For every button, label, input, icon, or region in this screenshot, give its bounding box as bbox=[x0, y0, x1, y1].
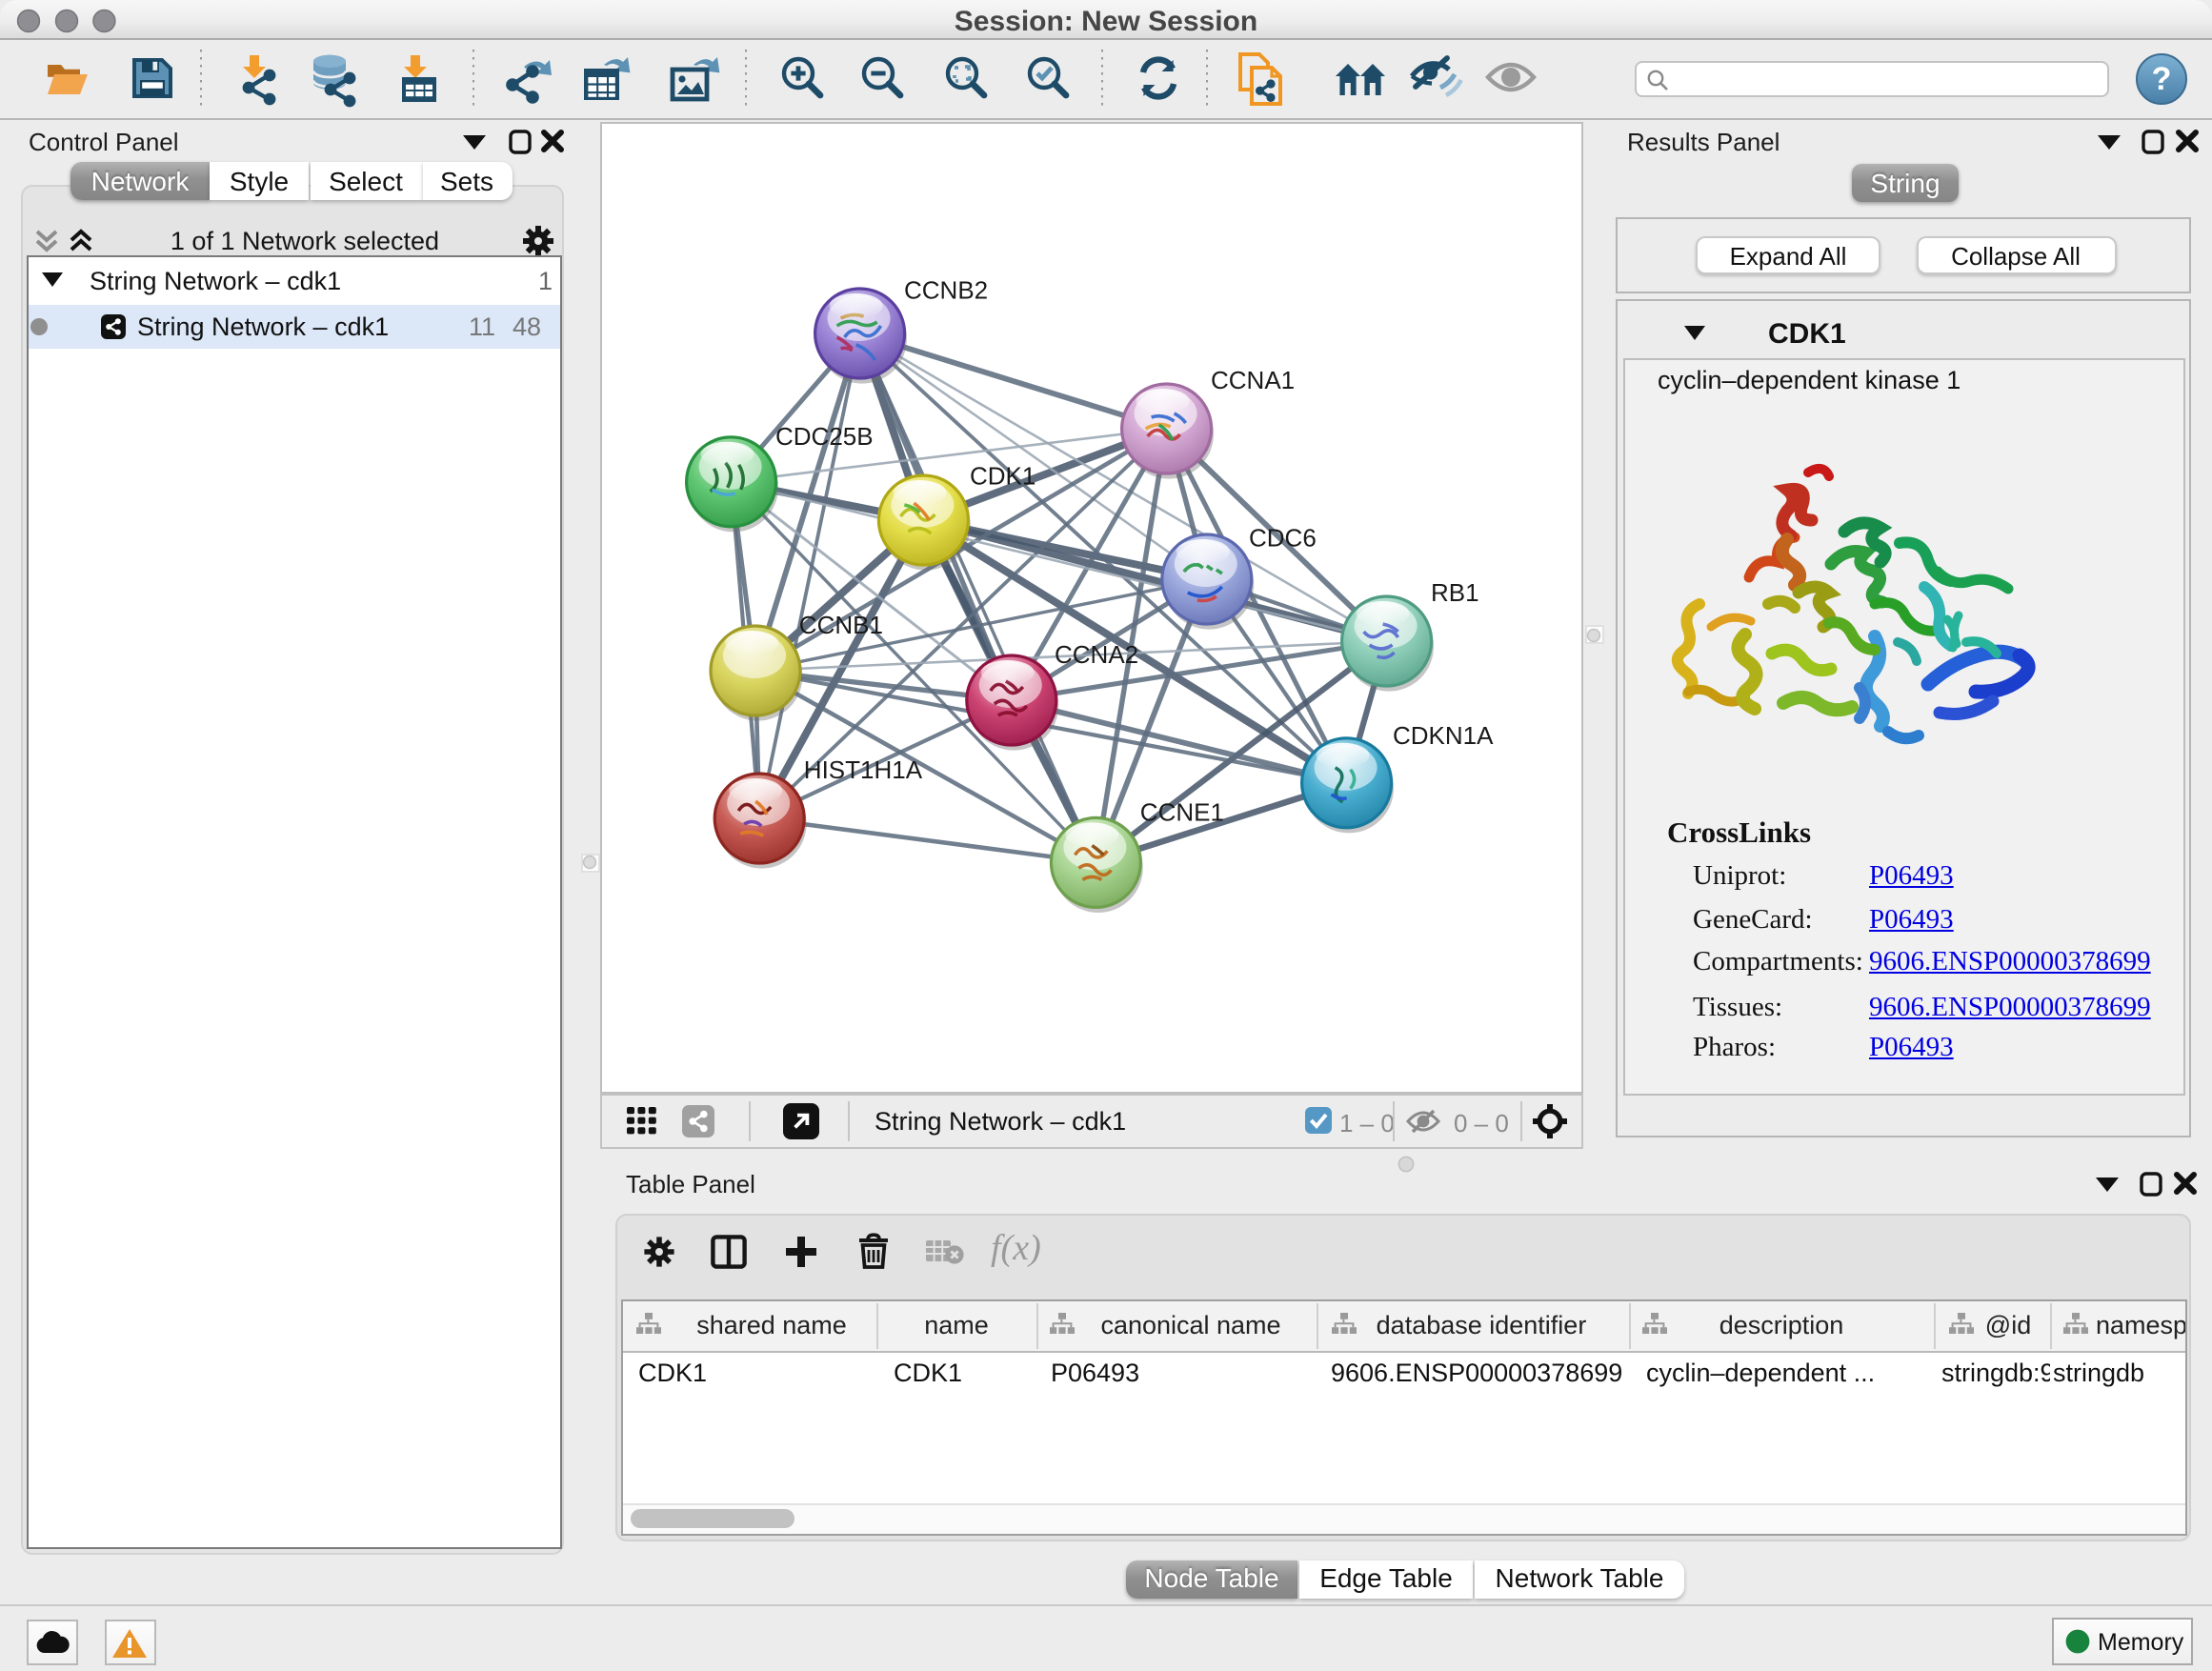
svg-text:HIST1H1A: HIST1H1A bbox=[804, 755, 923, 783]
svg-text:CCNE1: CCNE1 bbox=[1140, 797, 1224, 826]
svg-text:CCNB2: CCNB2 bbox=[904, 275, 988, 304]
svg-text:CCNB1: CCNB1 bbox=[799, 610, 883, 638]
svg-text:CCNA1: CCNA1 bbox=[1211, 365, 1295, 393]
svg-text:RB1: RB1 bbox=[1431, 577, 1479, 606]
svg-text:CDKN1A: CDKN1A bbox=[1393, 720, 1494, 749]
svg-text:CDC6: CDC6 bbox=[1249, 523, 1317, 552]
svg-text:CCNA2: CCNA2 bbox=[1055, 639, 1138, 668]
svg-text:CDC25B: CDC25B bbox=[775, 421, 874, 450]
svg-text:CDK1: CDK1 bbox=[970, 461, 1036, 490]
